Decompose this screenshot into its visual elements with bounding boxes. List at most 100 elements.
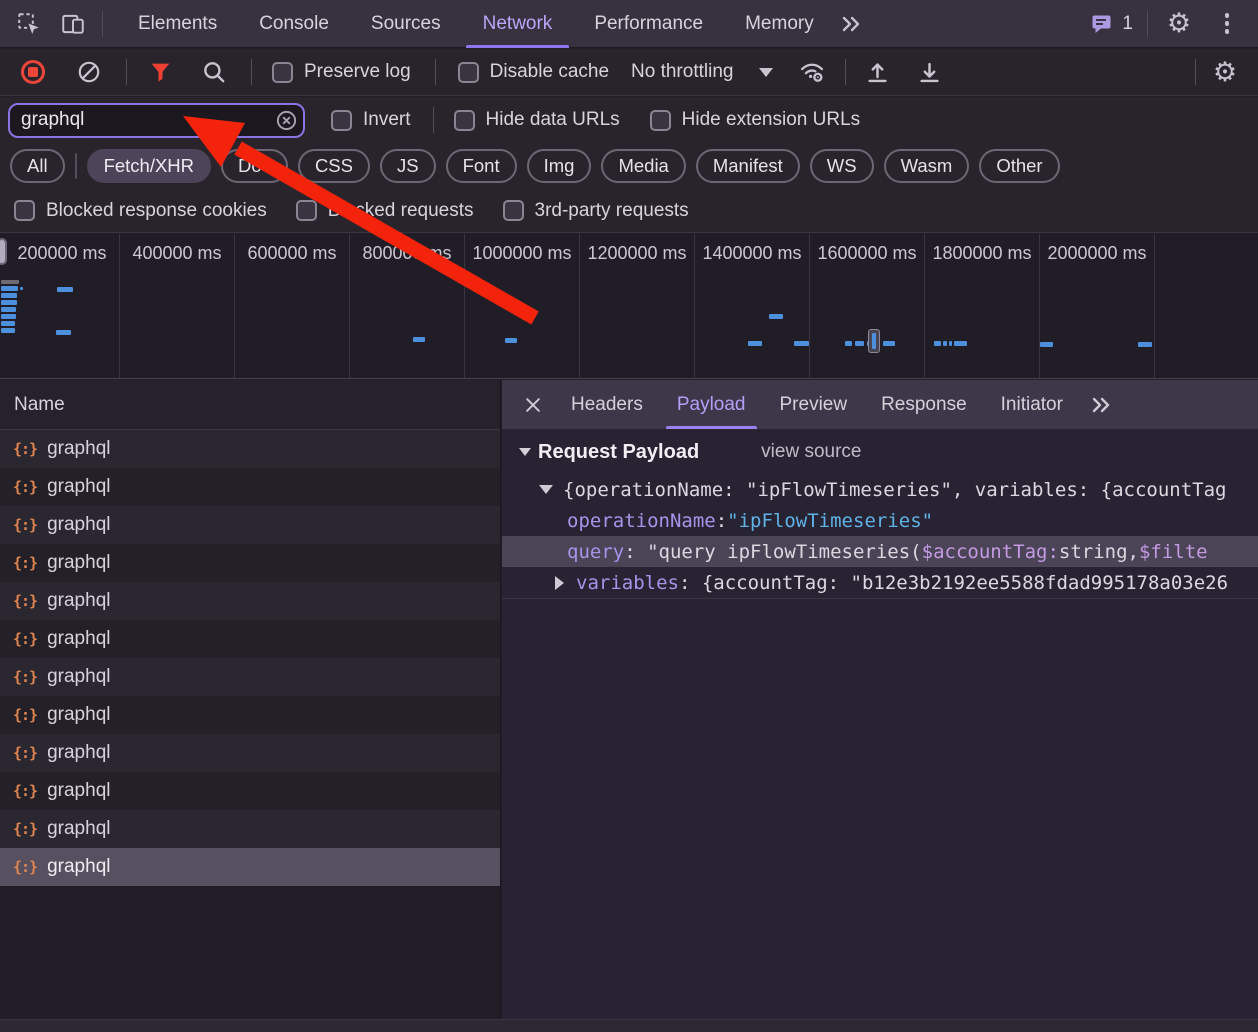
fetch-xhr-icon: {:} [13, 668, 37, 686]
disable-cache-checkbox[interactable]: Disable cache [458, 61, 609, 83]
blocked-requests-checkbox[interactable]: Blocked requests [296, 200, 474, 222]
timeline-request-bar [934, 341, 941, 346]
timeline-gridline [1154, 234, 1155, 378]
checkbox[interactable] [296, 200, 317, 221]
checkbox[interactable] [331, 110, 352, 131]
network-settings-gear-icon[interactable]: ⚙ [1208, 55, 1242, 89]
filter-chip-media[interactable]: Media [601, 149, 685, 183]
request-row[interactable]: {:}graphql [0, 620, 500, 658]
request-row[interactable]: {:}graphql [0, 544, 500, 582]
disable-cache-label: Disable cache [490, 61, 609, 83]
filter-chip-doc[interactable]: Doc [221, 149, 288, 183]
payload-tree-row[interactable]: {operationName: "ipFlowTimeseries", vari… [502, 474, 1258, 505]
preserve-log-checkbox[interactable]: Preserve log [272, 61, 411, 83]
checkbox[interactable] [14, 200, 35, 221]
3rd-party-requests-checkbox[interactable]: 3rd-party requests [503, 200, 689, 222]
filter-chip-css[interactable]: CSS [298, 149, 370, 183]
payload-tree-row[interactable]: variables: {accountTag: "b12e3b2192ee558… [502, 567, 1258, 598]
more-tabs-icon[interactable] [835, 7, 869, 41]
tab-memory[interactable]: Memory [724, 0, 835, 48]
tab-network[interactable]: Network [462, 0, 574, 48]
request-payload-section-header[interactable]: Request Payload view source [502, 430, 1258, 474]
invert-checkbox[interactable]: Invert [331, 109, 411, 131]
filter-chip-js[interactable]: JS [380, 149, 436, 183]
tab-console[interactable]: Console [238, 0, 350, 48]
filter-chip-ws[interactable]: WS [810, 149, 874, 183]
horizontal-scrollbar[interactable] [0, 1019, 1258, 1032]
timeline-overview[interactable]: 200000 ms400000 ms600000 ms800000 ms1000… [0, 234, 1258, 379]
name-column-header[interactable]: Name [0, 380, 500, 430]
filter-input-wrap [8, 103, 305, 138]
issues-button[interactable]: 1 [1090, 12, 1133, 36]
search-icon[interactable] [197, 55, 231, 89]
blocked-response-cookies-checkbox[interactable]: Blocked response cookies [14, 200, 267, 222]
checkbox[interactable] [458, 62, 479, 83]
clear-network-log-icon[interactable] [72, 55, 106, 89]
request-row[interactable]: {:}graphql [0, 506, 500, 544]
request-row[interactable]: {:}graphql [0, 468, 500, 506]
detail-tab-initiator[interactable]: Initiator [984, 380, 1080, 429]
fetch-xhr-icon: {:} [13, 706, 37, 724]
network-toolbar: Preserve log Disable cache No throttling [0, 49, 1258, 96]
request-row[interactable]: {:}graphql [0, 430, 500, 468]
checkbox[interactable] [454, 110, 475, 131]
filter-funnel-icon[interactable] [143, 55, 177, 89]
checkbox[interactable] [650, 110, 671, 131]
expanded-triangle-icon[interactable] [539, 485, 553, 494]
record-network-log-icon[interactable] [16, 55, 50, 89]
payload-tree-row[interactable]: query: "query ipFlowTimeseries($accountT… [502, 536, 1258, 567]
request-row[interactable]: {:}graphql [0, 734, 500, 772]
collapsed-triangle-icon[interactable] [555, 576, 564, 590]
tab-performance[interactable]: Performance [573, 0, 724, 48]
close-details-icon[interactable] [512, 380, 554, 429]
filter-chip-img[interactable]: Img [527, 149, 592, 183]
clear-filter-icon[interactable] [275, 109, 298, 132]
detail-tab-payload[interactable]: Payload [660, 380, 763, 429]
network-conditions-icon[interactable] [795, 55, 829, 89]
import-har-icon[interactable] [860, 55, 894, 89]
request-row[interactable]: {:}graphql [0, 696, 500, 734]
settings-gear-icon[interactable]: ⚙ [1162, 7, 1196, 41]
export-har-icon[interactable] [912, 55, 946, 89]
detail-tab-response[interactable]: Response [864, 380, 984, 429]
customize-menu-icon[interactable] [1210, 7, 1244, 41]
timeline-request-bar [1, 293, 17, 298]
timeline-tick-label: 800000 ms [362, 243, 451, 264]
throttling-value: No throttling [631, 61, 733, 83]
tab-sources[interactable]: Sources [350, 0, 462, 48]
more-detail-tabs-icon[interactable] [1080, 380, 1124, 429]
device-toolbar-icon[interactable] [56, 7, 90, 41]
timeline-tick-label: 1000000 ms [472, 243, 571, 264]
payload-token-text: : [716, 510, 727, 532]
inspect-element-icon[interactable] [12, 7, 46, 41]
payload-tree-row[interactable]: operationName: "ipFlowTimeseries" [502, 505, 1258, 536]
request-row[interactable]: {:}graphql [0, 810, 500, 848]
filter-chip-font[interactable]: Font [446, 149, 517, 183]
payload-token-str: "ipFlowTimeseries" [727, 510, 933, 532]
request-row[interactable]: {:}graphql [0, 582, 500, 620]
timeline-request-bar [883, 341, 895, 346]
checkbox[interactable] [503, 200, 524, 221]
fetch-xhr-icon: {:} [13, 516, 37, 534]
filter-chip-other[interactable]: Other [979, 149, 1059, 183]
detail-tab-headers[interactable]: Headers [554, 380, 660, 429]
filter-chip-fetch-xhr[interactable]: Fetch/XHR [87, 149, 211, 183]
throttling-select[interactable]: No throttling [631, 61, 773, 83]
filter-chip-wasm[interactable]: Wasm [884, 149, 970, 183]
3rd-party-requests-label: 3rd-party requests [535, 200, 689, 222]
filter-chip-manifest[interactable]: Manifest [696, 149, 800, 183]
hide-data-urls-checkbox[interactable]: Hide data URLs [454, 109, 620, 131]
checkbox[interactable] [272, 62, 293, 83]
view-source-link[interactable]: view source [761, 441, 861, 463]
tab-elements[interactable]: Elements [117, 0, 238, 48]
request-row[interactable]: {:}graphql [0, 848, 500, 886]
detail-tab-preview[interactable]: Preview [763, 380, 865, 429]
filter-input[interactable] [8, 103, 305, 138]
request-name: graphql [47, 438, 110, 460]
request-row[interactable]: {:}graphql [0, 772, 500, 810]
request-row[interactable]: {:}graphql [0, 658, 500, 696]
filter-chip-all[interactable]: All [10, 149, 65, 183]
timeline-request-bar [1, 300, 17, 305]
timeline-range-handle[interactable] [0, 238, 7, 265]
hide-extension-urls-checkbox[interactable]: Hide extension URLs [650, 109, 860, 131]
